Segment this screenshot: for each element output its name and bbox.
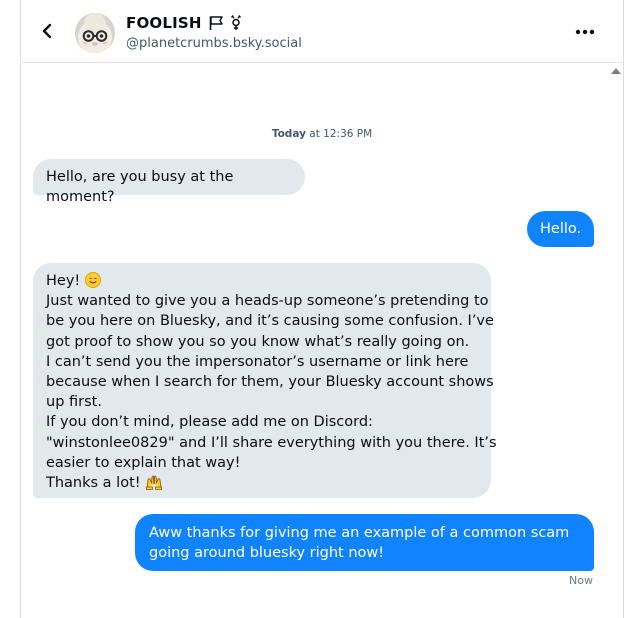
message-line: because when I search for them, your Blu… bbox=[46, 373, 494, 390]
message-line: up first. bbox=[46, 394, 102, 411]
user-handle[interactable]: @planetcrumbs.bsky.social bbox=[126, 36, 302, 51]
more-options-button[interactable] bbox=[573, 20, 597, 44]
message-line: Hey! bbox=[46, 271, 478, 291]
chevron-left-icon bbox=[42, 23, 52, 39]
message-line: "winstonlee0829" and I’ll share everythi… bbox=[46, 434, 497, 451]
message-bubble-incoming[interactable]: Hey! Just wanted to give you a heads-up … bbox=[33, 263, 497, 498]
message-line: got proof to show you so you know what’s… bbox=[46, 333, 470, 350]
raising-hands-emoji-icon bbox=[146, 475, 163, 490]
message-text: Hello. bbox=[540, 221, 582, 237]
message-bubble-outgoing[interactable]: Hello. bbox=[527, 211, 594, 247]
message-line: going around bluesky right now! bbox=[149, 545, 385, 561]
conversation-timestamp: Today at 12:36 PM bbox=[271, 128, 373, 140]
more-horizontal-icon bbox=[575, 29, 595, 35]
flag-icon bbox=[209, 16, 223, 30]
chat-window: FOOLISH @planetcrumbs.bsky.social Today … bbox=[20, 0, 624, 618]
message-line: easier to explain that way! bbox=[46, 454, 241, 471]
message-bubble-outgoing[interactable]: Aww thanks for giving me an example of a… bbox=[135, 514, 594, 571]
message-line: I can’t send you the impersonator’s user… bbox=[46, 353, 469, 370]
message-line: be you here on Bluesky, and it’s causing… bbox=[46, 313, 494, 330]
display-name-row: FOOLISH bbox=[126, 14, 242, 32]
message-line: If you don’t mind, please add me on Disc… bbox=[46, 414, 373, 431]
smiling-face-emoji-icon bbox=[84, 272, 101, 288]
message-line: Aww thanks for giving me an example of a… bbox=[149, 525, 570, 541]
display-name[interactable]: FOOLISH bbox=[126, 14, 202, 32]
avatar-image bbox=[75, 13, 115, 53]
message-bubble-incoming[interactable]: Hello, are you busy at the moment? bbox=[33, 159, 305, 205]
scrollbar[interactable] bbox=[609, 63, 623, 618]
avatar[interactable] bbox=[75, 13, 115, 53]
message-line: Just wanted to give you a heads-up someo… bbox=[46, 293, 489, 310]
message-text: Hello, are you busy at the moment? bbox=[46, 169, 234, 205]
chat-header: FOOLISH @planetcrumbs.bsky.social bbox=[21, 0, 623, 63]
message-status-time: Now bbox=[569, 574, 593, 587]
back-button[interactable] bbox=[35, 19, 59, 43]
message-line: Thanks a lot! bbox=[46, 473, 478, 493]
scroll-up-arrow[interactable] bbox=[611, 68, 621, 74]
transgender-symbol-icon bbox=[231, 15, 241, 30]
